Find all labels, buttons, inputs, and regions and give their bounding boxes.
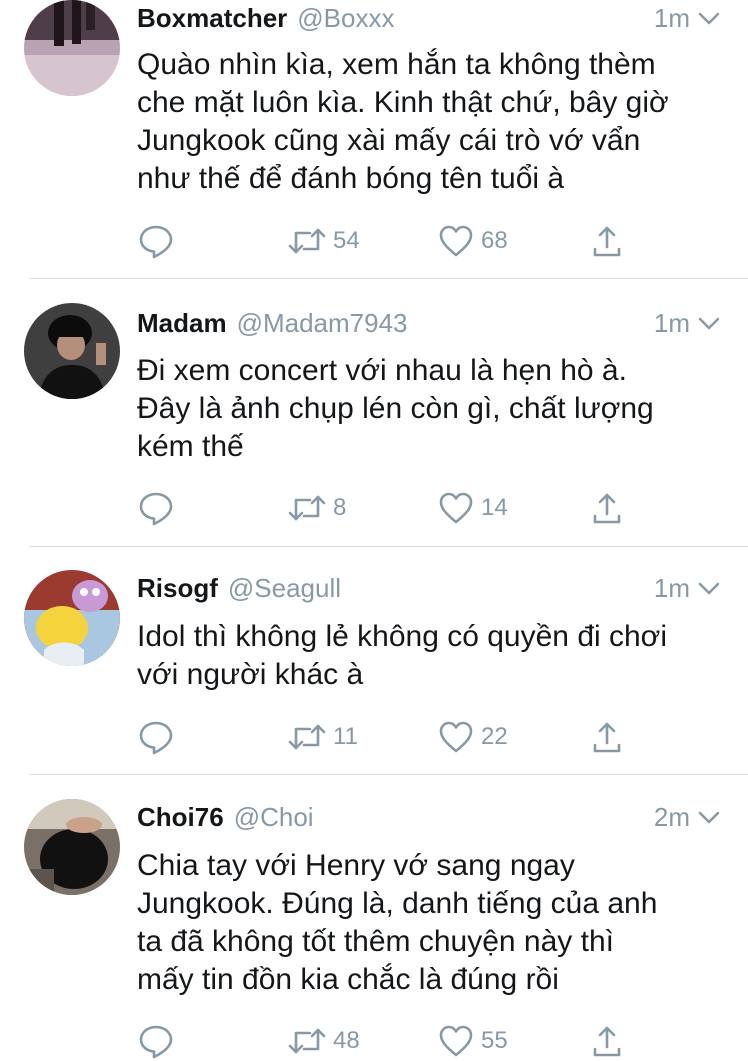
retweet-count: 11 (333, 723, 358, 750)
share-icon (593, 493, 621, 524)
heart-icon (439, 721, 473, 753)
tweet-text-line: che mặt luôn kìa. Kinh thật chứ, bây giờ (137, 86, 669, 119)
retweet-count: 48 (333, 1027, 360, 1054)
like-button[interactable]: 55 (437, 1021, 508, 1061)
divider (30, 546, 748, 547)
tweet-text-line: ta đã không tốt thêm chuyện này thì (137, 925, 614, 958)
share-button[interactable] (590, 488, 624, 528)
tweet-text-line: với người khác à (137, 658, 364, 691)
tweet[interactable]: Madam @Madam7943 1m Đi xem concert với n… (0, 303, 748, 547)
user-handle[interactable]: @Seagull (228, 573, 341, 604)
reply-icon (139, 225, 173, 259)
retweet-icon (288, 495, 326, 521)
user-handle[interactable]: @Madam7943 (237, 308, 408, 339)
tweet-text-line: Jungkook cũng xài mấy cái trò vớ vẩn (137, 124, 641, 157)
display-name[interactable]: Choi76 (137, 802, 224, 833)
retweet-count: 54 (333, 227, 360, 254)
tweet[interactable]: Boxmatcher @Boxxx 1m Quào nhìn kìa, xem … (0, 0, 748, 280)
tweet-text-line: như thế để đánh bóng tên tuổi à (137, 162, 565, 195)
tweet-actions: 8 14 (137, 488, 637, 528)
avatar[interactable] (24, 0, 120, 96)
retweet-icon (288, 724, 326, 750)
heart-icon (439, 1025, 473, 1057)
retweet-icon (288, 228, 326, 254)
chevron-down-icon[interactable] (696, 575, 722, 601)
tweet[interactable]: Choi76 @Choi 2m Chia tay với Henry vớ sa… (0, 799, 748, 1061)
reply-button[interactable] (137, 221, 175, 261)
retweet-button[interactable]: 48 (287, 1021, 360, 1061)
display-name[interactable]: Boxmatcher (137, 3, 287, 34)
tweet-text: Idol thì không lẻ không có quyền đi chơi… (137, 618, 718, 694)
retweet-icon (288, 1028, 326, 1054)
timestamp[interactable]: 1m (654, 573, 690, 604)
tweet-text-line: Quào nhìn kìa, xem hắn ta không thèm (137, 48, 656, 81)
reply-button[interactable] (137, 717, 175, 757)
tweet-header: Risogf @Seagull 1m (137, 570, 722, 606)
tweet-feed: Boxmatcher @Boxxx 1m Quào nhìn kìa, xem … (0, 0, 748, 1061)
user-handle[interactable]: @Boxxx (297, 3, 394, 34)
user-handle[interactable]: @Choi (234, 802, 314, 833)
tweet-text: Đi xem concert với nhau là hẹn hò à. Đây… (137, 352, 718, 466)
like-button[interactable]: 14 (437, 488, 508, 528)
timestamp[interactable]: 1m (654, 3, 690, 34)
tweet-text-line: Jungkook. Đúng là, danh tiếng của anh (137, 887, 658, 920)
avatar[interactable] (24, 570, 120, 666)
retweet-button[interactable]: 11 (287, 717, 358, 757)
tweet-text-line: Đi xem concert với nhau là hẹn hò à. (137, 354, 627, 387)
tweet-header: Madam @Madam7943 1m (137, 305, 722, 341)
like-count: 14 (481, 494, 508, 521)
tweet-actions: 48 55 (137, 1021, 637, 1061)
chevron-down-icon[interactable] (696, 804, 722, 830)
share-icon (593, 226, 621, 257)
tweet-text-line: Chia tay với Henry vớ sang ngay (137, 849, 575, 882)
share-button[interactable] (590, 1021, 624, 1061)
retweet-button[interactable]: 54 (287, 221, 360, 261)
divider (30, 774, 748, 775)
like-count: 22 (481, 723, 508, 750)
display-name[interactable]: Madam (137, 308, 227, 339)
tweet-text: Quào nhìn kìa, xem hắn ta không thèm che… (137, 46, 718, 198)
tweet-text-line: Idol thì không lẻ không có quyền đi chơi (137, 620, 668, 653)
like-count: 68 (481, 227, 508, 254)
retweet-button[interactable]: 8 (287, 488, 346, 528)
retweet-count: 8 (333, 494, 347, 521)
tweet-header: Choi76 @Choi 2m (137, 799, 722, 835)
avatar[interactable] (24, 799, 120, 895)
like-button[interactable]: 22 (437, 717, 508, 757)
share-button[interactable] (590, 717, 624, 757)
reply-icon (139, 721, 173, 755)
tweet-text: Chia tay với Henry vớ sang ngay Jungkook… (137, 847, 718, 999)
reply-button[interactable] (137, 1021, 175, 1061)
reply-icon (139, 1025, 173, 1059)
reply-icon (139, 492, 173, 526)
tweet-text-line: kém thế (137, 430, 244, 463)
timestamp[interactable]: 2m (654, 802, 690, 833)
chevron-down-icon[interactable] (696, 5, 722, 31)
divider (30, 278, 748, 279)
share-icon (593, 722, 621, 753)
heart-icon (439, 225, 473, 257)
display-name[interactable]: Risogf (137, 573, 218, 604)
share-icon (593, 1026, 621, 1057)
like-count: 55 (481, 1027, 508, 1054)
avatar[interactable] (24, 303, 120, 399)
tweet-header: Boxmatcher @Boxxx 1m (137, 0, 722, 36)
tweet-text-line: Đây là ảnh chụp lén còn gì, chất lượng (137, 392, 654, 425)
like-button[interactable]: 68 (437, 221, 508, 261)
chevron-down-icon[interactable] (696, 310, 722, 336)
share-button[interactable] (590, 221, 624, 261)
tweet-actions: 54 68 (137, 221, 637, 261)
tweet-text-line: mấy tin đồn kia chắc là đúng rồi (137, 963, 559, 996)
timestamp[interactable]: 1m (654, 308, 690, 339)
tweet-actions: 11 22 (137, 717, 637, 757)
tweet[interactable]: Risogf @Seagull 1m Idol thì không lẻ khô… (0, 570, 748, 776)
heart-icon (439, 492, 473, 524)
reply-button[interactable] (137, 488, 175, 528)
